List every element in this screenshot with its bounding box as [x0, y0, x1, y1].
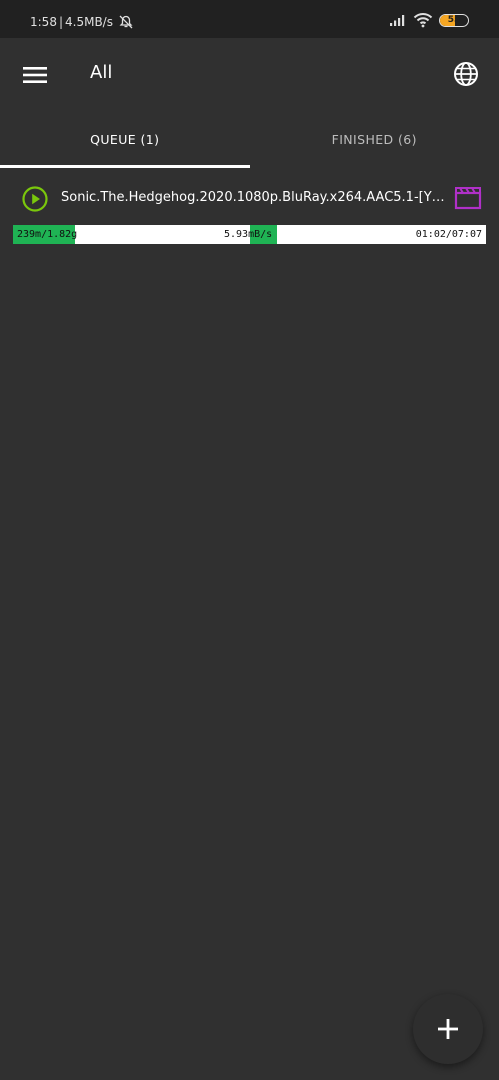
download-eta: 01:02/07:07	[415, 229, 482, 240]
battery-icon: 55	[439, 13, 469, 27]
tab-finished-label: FINISHED (6)	[331, 131, 417, 147]
tab-queue[interactable]: QUEUE (1)	[0, 110, 250, 168]
tab-queue-label: QUEUE (1)	[90, 131, 160, 147]
status-bar: 1:58 | 4.5MB/s 55	[0, 0, 499, 38]
globe-icon[interactable]	[447, 55, 485, 93]
download-progress-bar: 239m/1.82g 5.93mB/s 01:02/07:07	[13, 225, 486, 244]
plus-icon	[437, 1018, 459, 1040]
alarm-off-icon	[118, 14, 134, 30]
hamburger-menu-icon[interactable]	[16, 56, 54, 94]
status-time: 1:58	[30, 15, 57, 29]
wifi-icon	[413, 12, 433, 28]
add-download-button[interactable]	[413, 994, 483, 1064]
signal-icon	[389, 13, 407, 27]
tab-bar: QUEUE (1) FINISHED (6)	[0, 110, 499, 168]
status-separator: |	[58, 15, 63, 29]
status-left: 1:58 | 4.5MB/s	[30, 14, 134, 30]
play-icon[interactable]	[22, 186, 48, 212]
battery-level: 55	[447, 14, 461, 25]
status-right: 55	[389, 12, 469, 28]
tab-finished[interactable]: FINISHED (6)	[250, 110, 499, 168]
download-speed: 5.93mB/s	[224, 229, 273, 240]
movie-clapperboard-icon	[454, 186, 482, 210]
tab-indicator	[0, 165, 250, 168]
download-item[interactable]: Sonic.The.Hedgehog.2020.1080p.BluRay.x26…	[0, 178, 499, 248]
download-title: Sonic.The.Hedgehog.2020.1080p.BluRay.x26…	[61, 190, 446, 205]
status-net-speed: 4.5MB/s	[65, 15, 113, 29]
page-title: All	[90, 62, 113, 83]
download-size-progress: 239m/1.82g	[17, 229, 78, 240]
app-bar: All	[0, 38, 499, 110]
